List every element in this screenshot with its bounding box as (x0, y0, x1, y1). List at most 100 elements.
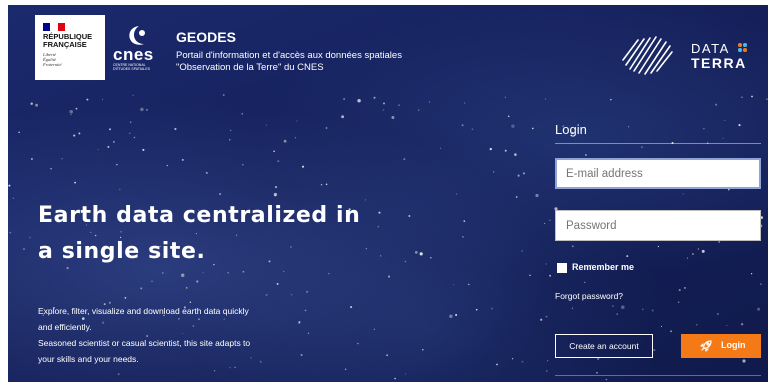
star (724, 120, 726, 122)
star (504, 96, 507, 98)
star (241, 113, 243, 115)
star (213, 370, 216, 372)
dataterra-logo-icon (622, 36, 673, 75)
star (307, 332, 310, 335)
star (180, 273, 185, 277)
star (274, 186, 278, 189)
star (571, 307, 573, 309)
star (544, 98, 547, 100)
star (490, 307, 493, 310)
create-account-button[interactable]: Create an account (555, 334, 653, 358)
star (222, 94, 225, 96)
hero-body-line: your skills and your needs. (38, 354, 139, 364)
star (373, 328, 375, 330)
star (9, 231, 12, 234)
star (132, 94, 134, 96)
republique-francaise-logo[interactable]: RÉPUBLIQUE FRANÇAISE Liberté Égalité Fra… (35, 15, 105, 80)
star (325, 127, 328, 129)
star (670, 330, 673, 333)
star (364, 199, 367, 201)
star (471, 128, 474, 130)
star (265, 124, 268, 126)
star (35, 103, 39, 107)
star (703, 127, 705, 130)
star (682, 193, 684, 195)
star (511, 124, 515, 128)
star (283, 139, 287, 143)
star (229, 367, 231, 369)
star (387, 275, 391, 278)
star (119, 188, 121, 191)
login-button[interactable]: Login (681, 334, 761, 358)
star (350, 306, 353, 309)
star (250, 357, 252, 359)
star (641, 308, 644, 311)
star (386, 354, 388, 356)
cnes-logo[interactable]: cnes CENTRE NATIONAL D'ÉTUDES SPATIALES (113, 25, 168, 75)
star (545, 263, 547, 265)
star (651, 309, 654, 312)
star (722, 137, 724, 139)
star (740, 323, 744, 326)
star (109, 128, 111, 131)
star (418, 109, 420, 111)
checkbox-icon[interactable] (557, 263, 567, 273)
star (365, 248, 367, 250)
french-flag-icon (43, 23, 65, 31)
login-title: Login (555, 122, 587, 137)
star (128, 132, 131, 135)
star (428, 101, 431, 103)
app-description-line-2: "Observation de la Terre" du CNES (176, 62, 324, 73)
star (398, 104, 400, 106)
star (596, 372, 598, 374)
star (300, 353, 303, 357)
star (380, 255, 382, 257)
star (357, 342, 359, 345)
star (290, 294, 293, 296)
star (419, 252, 423, 256)
dataterra-logo[interactable]: DATA TERRA (616, 33, 766, 78)
star (241, 163, 244, 166)
hero-headline-line-2: a single site. (38, 239, 206, 264)
star (343, 98, 345, 100)
app-description-line-1: Portail d'information et d'accès aux don… (176, 50, 402, 61)
dataterra-logo-data: DATA (691, 41, 730, 56)
star (621, 305, 625, 309)
star (296, 120, 298, 122)
star (151, 280, 153, 282)
star (535, 193, 539, 198)
star (282, 270, 285, 273)
geodes-login-page: RÉPUBLIQUE FRANÇAISE Liberté Égalité Fra… (0, 0, 775, 388)
star (475, 308, 478, 311)
star (185, 287, 188, 289)
star (766, 98, 768, 100)
star (718, 241, 721, 243)
star (259, 360, 262, 363)
star (61, 157, 63, 160)
star (453, 284, 455, 286)
star (701, 249, 705, 253)
star (202, 272, 204, 274)
star (678, 289, 681, 292)
star (759, 283, 762, 286)
password-input[interactable] (555, 210, 761, 241)
star (181, 158, 184, 161)
star (738, 124, 741, 127)
star (101, 98, 104, 100)
star (166, 164, 168, 167)
star (543, 222, 546, 225)
star (344, 368, 347, 371)
star (489, 147, 492, 151)
star (301, 165, 305, 168)
star (74, 181, 76, 184)
star (325, 183, 328, 186)
forgot-password-link[interactable]: Forgot password? (555, 291, 623, 301)
star (660, 325, 662, 328)
star (640, 146, 643, 149)
star (273, 150, 275, 153)
email-input[interactable] (555, 158, 761, 189)
star (304, 309, 307, 312)
star (140, 287, 143, 290)
hero-body-line: and efficiently. (38, 322, 92, 332)
star (571, 245, 574, 248)
